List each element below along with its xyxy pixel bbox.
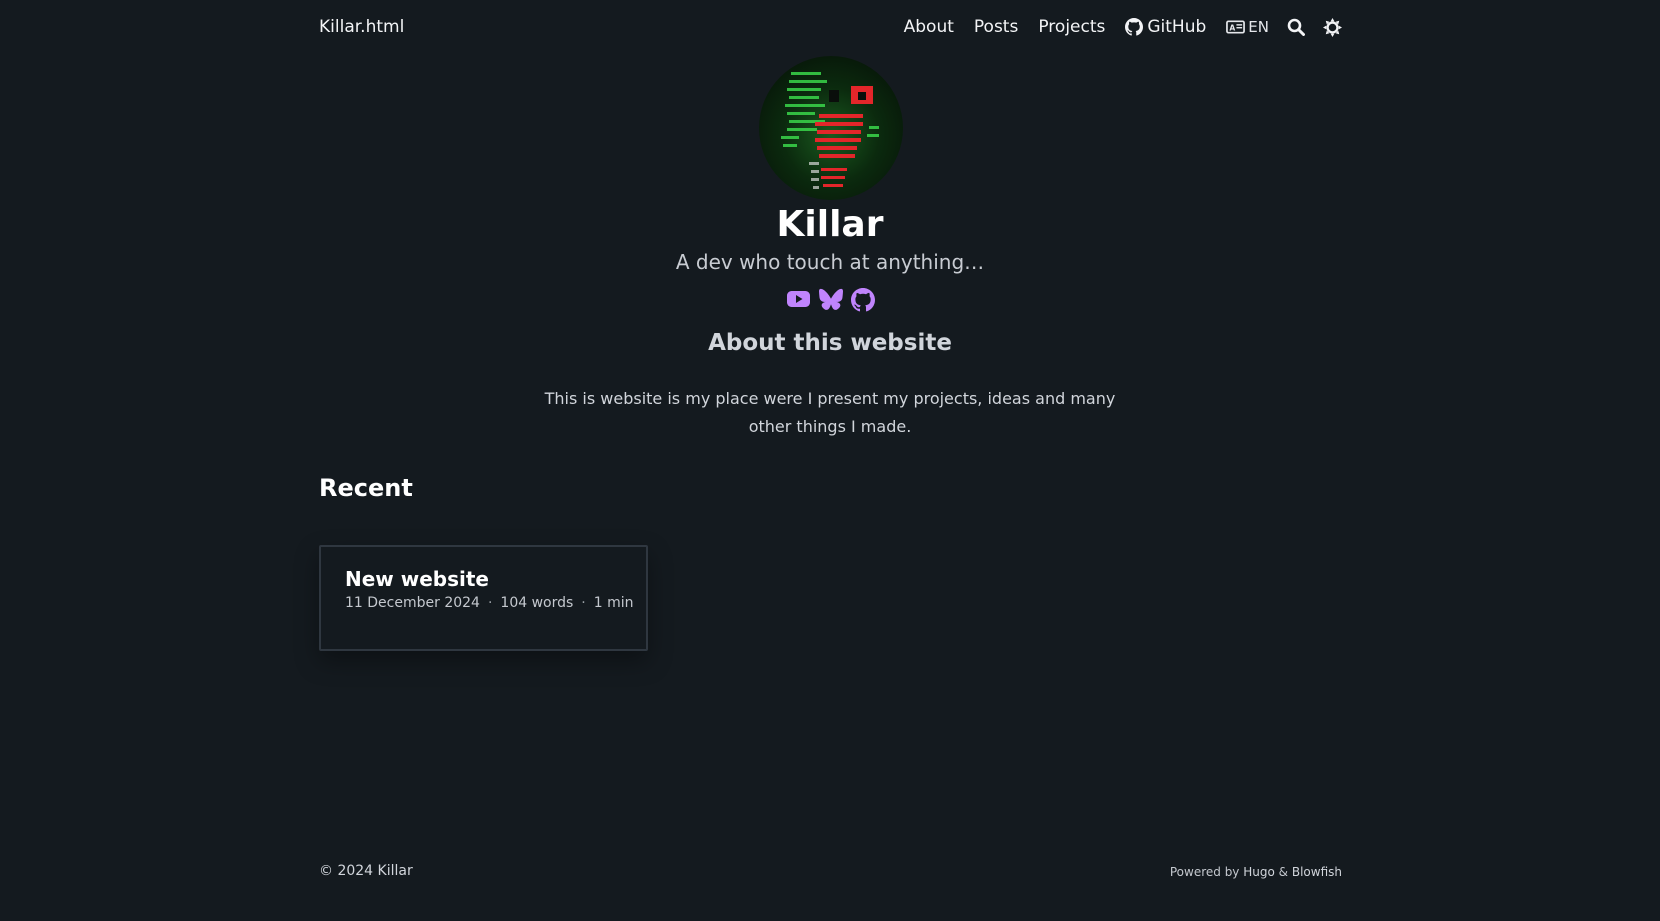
footer-copyright: © 2024 Killar: [319, 863, 413, 879]
powered-by-text: Powered by: [1169, 865, 1240, 879]
nav-projects[interactable]: Projects: [1038, 17, 1105, 37]
search-icon: [1287, 18, 1305, 36]
recent-heading: Recent: [319, 474, 413, 502]
about-text: This is website is my place were I prese…: [544, 389, 1116, 436]
bluesky-icon: [818, 288, 843, 310]
post-date: 11 December 2024: [345, 595, 480, 611]
post-read-time: 1 min: [593, 595, 634, 611]
social-links: [0, 288, 1660, 312]
nav-about[interactable]: About: [904, 17, 954, 37]
sun-icon: [1323, 17, 1342, 37]
language-icon: A: [1226, 20, 1246, 34]
meta-separator: ·: [487, 595, 493, 611]
site-title-link[interactable]: Killar.html: [319, 17, 404, 37]
blowfish-link[interactable]: Blowfish: [1292, 865, 1342, 879]
footer-powered-by: Powered by Hugo & Blowfish: [1170, 865, 1342, 879]
github-icon: [850, 288, 875, 312]
profile-avatar: [759, 56, 903, 200]
site-header: Killar.html About Posts Projects GitHub …: [319, 0, 1342, 54]
main-nav: About Posts Projects GitHub A EN: [884, 17, 1342, 37]
hugo-link[interactable]: Hugo: [1243, 865, 1275, 879]
nav-posts[interactable]: Posts: [974, 17, 1018, 37]
post-title: New website: [345, 567, 489, 591]
post-card[interactable]: New website 11 December 2024 · 104 words · 1…: [319, 545, 648, 651]
post-meta: 11 December 2024 · 104 words · 1 min: [345, 595, 634, 611]
language-label: EN: [1248, 18, 1269, 36]
svg-text:A: A: [1230, 23, 1236, 32]
about-heading: About this website: [708, 330, 952, 356]
language-switcher[interactable]: A EN: [1226, 18, 1269, 36]
youtube-icon: [786, 291, 810, 307]
github-icon: [1125, 18, 1144, 36]
bluesky-link[interactable]: [818, 288, 843, 312]
youtube-link[interactable]: [786, 288, 811, 312]
post-word-count: 104 words: [500, 595, 574, 611]
profile-tagline: A dev who touch at anything…: [675, 250, 985, 274]
github-link[interactable]: [850, 288, 875, 312]
nav-github[interactable]: GitHub: [1125, 17, 1206, 37]
ampersand: &: [1278, 865, 1289, 879]
meta-separator: ·: [581, 595, 586, 611]
search-button[interactable]: [1287, 18, 1305, 36]
theme-toggle-button[interactable]: [1323, 17, 1342, 37]
nav-github-label: GitHub: [1147, 17, 1207, 37]
profile-name: Killar: [776, 204, 884, 245]
